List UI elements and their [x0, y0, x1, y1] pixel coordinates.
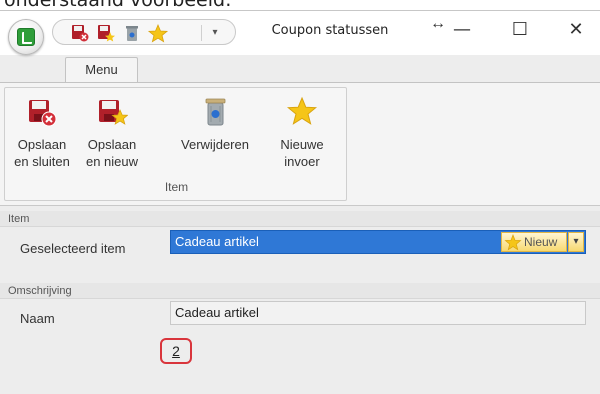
save-and-close-button[interactable]: Opslaan en sluiten	[9, 94, 75, 174]
ribbon-group-item: Opslaan en sluiten Opslaan en nieuw Verw…	[4, 87, 347, 201]
save-and-close-label-line2: en sluiten	[14, 154, 70, 169]
delete-icon[interactable]	[121, 23, 143, 43]
new-entry-button[interactable]: Nieuwe invoer	[269, 94, 335, 174]
delete-button[interactable]: Verwijderen	[175, 94, 255, 174]
save-and-new-label-line2: en nieuw	[85, 154, 139, 169]
new-item-button[interactable]: Nieuw	[501, 232, 567, 252]
save-and-close-label-line1: Opslaan	[17, 137, 67, 152]
selected-item-label: Geselecteerd item	[20, 241, 126, 256]
qat-separator	[201, 25, 202, 41]
delete-icon	[205, 98, 226, 126]
name-label: Naam	[20, 311, 55, 326]
window: ▾ Coupon statussen ↔ — ☐ ✕ Menu Opslaan …	[0, 10, 600, 394]
annotation-number: 2	[172, 343, 180, 359]
app-logo-icon	[17, 28, 35, 46]
app-menu-button[interactable]	[8, 19, 44, 55]
name-value: Cadeau artikel	[175, 305, 259, 320]
selected-item-select[interactable]: Cadeau artikel Nieuw ▾	[170, 230, 586, 254]
close-button[interactable]: ✕	[556, 17, 596, 43]
selected-item-value: Cadeau artikel	[175, 234, 259, 249]
star-icon	[286, 96, 318, 125]
tab-menu[interactable]: Menu	[65, 57, 138, 83]
title-bar: ▾ Coupon statussen ↔ — ☐ ✕	[0, 11, 600, 55]
window-title: Coupon statussen	[271, 23, 389, 38]
section-header-description: Omschrijving	[0, 283, 600, 299]
name-input[interactable]: Cadeau artikel	[170, 301, 586, 325]
new-entry-label-line1: Nieuwe	[280, 137, 324, 152]
save-close-icon[interactable]	[69, 23, 91, 43]
maximize-button[interactable]: ☐	[500, 17, 540, 43]
save-close-icon	[29, 100, 57, 127]
star-icon	[504, 234, 522, 251]
save-new-icon[interactable]	[95, 23, 117, 43]
save-and-new-label-line1: Opslaan	[87, 137, 137, 152]
chevron-down-icon[interactable]: ▾	[568, 232, 584, 252]
minimize-button[interactable]: —	[442, 17, 482, 43]
save-new-icon	[99, 100, 128, 125]
ribbon: Opslaan en sluiten Opslaan en nieuw Verw…	[0, 82, 600, 206]
section-header-item: Item	[0, 211, 600, 227]
qat-customize-dropdown[interactable]: ▾	[207, 23, 223, 43]
new-item-label: Nieuw	[524, 235, 558, 249]
new-entry-label-line2: invoer	[284, 154, 320, 169]
star-icon[interactable]	[147, 23, 169, 43]
quick-access-toolbar: ▾	[52, 19, 236, 45]
save-and-new-button[interactable]: Opslaan en nieuw	[79, 94, 145, 174]
ribbon-group-label: Item	[164, 180, 189, 194]
delete-label: Verwijderen	[181, 137, 249, 152]
annotation-marker: 2	[160, 338, 192, 364]
